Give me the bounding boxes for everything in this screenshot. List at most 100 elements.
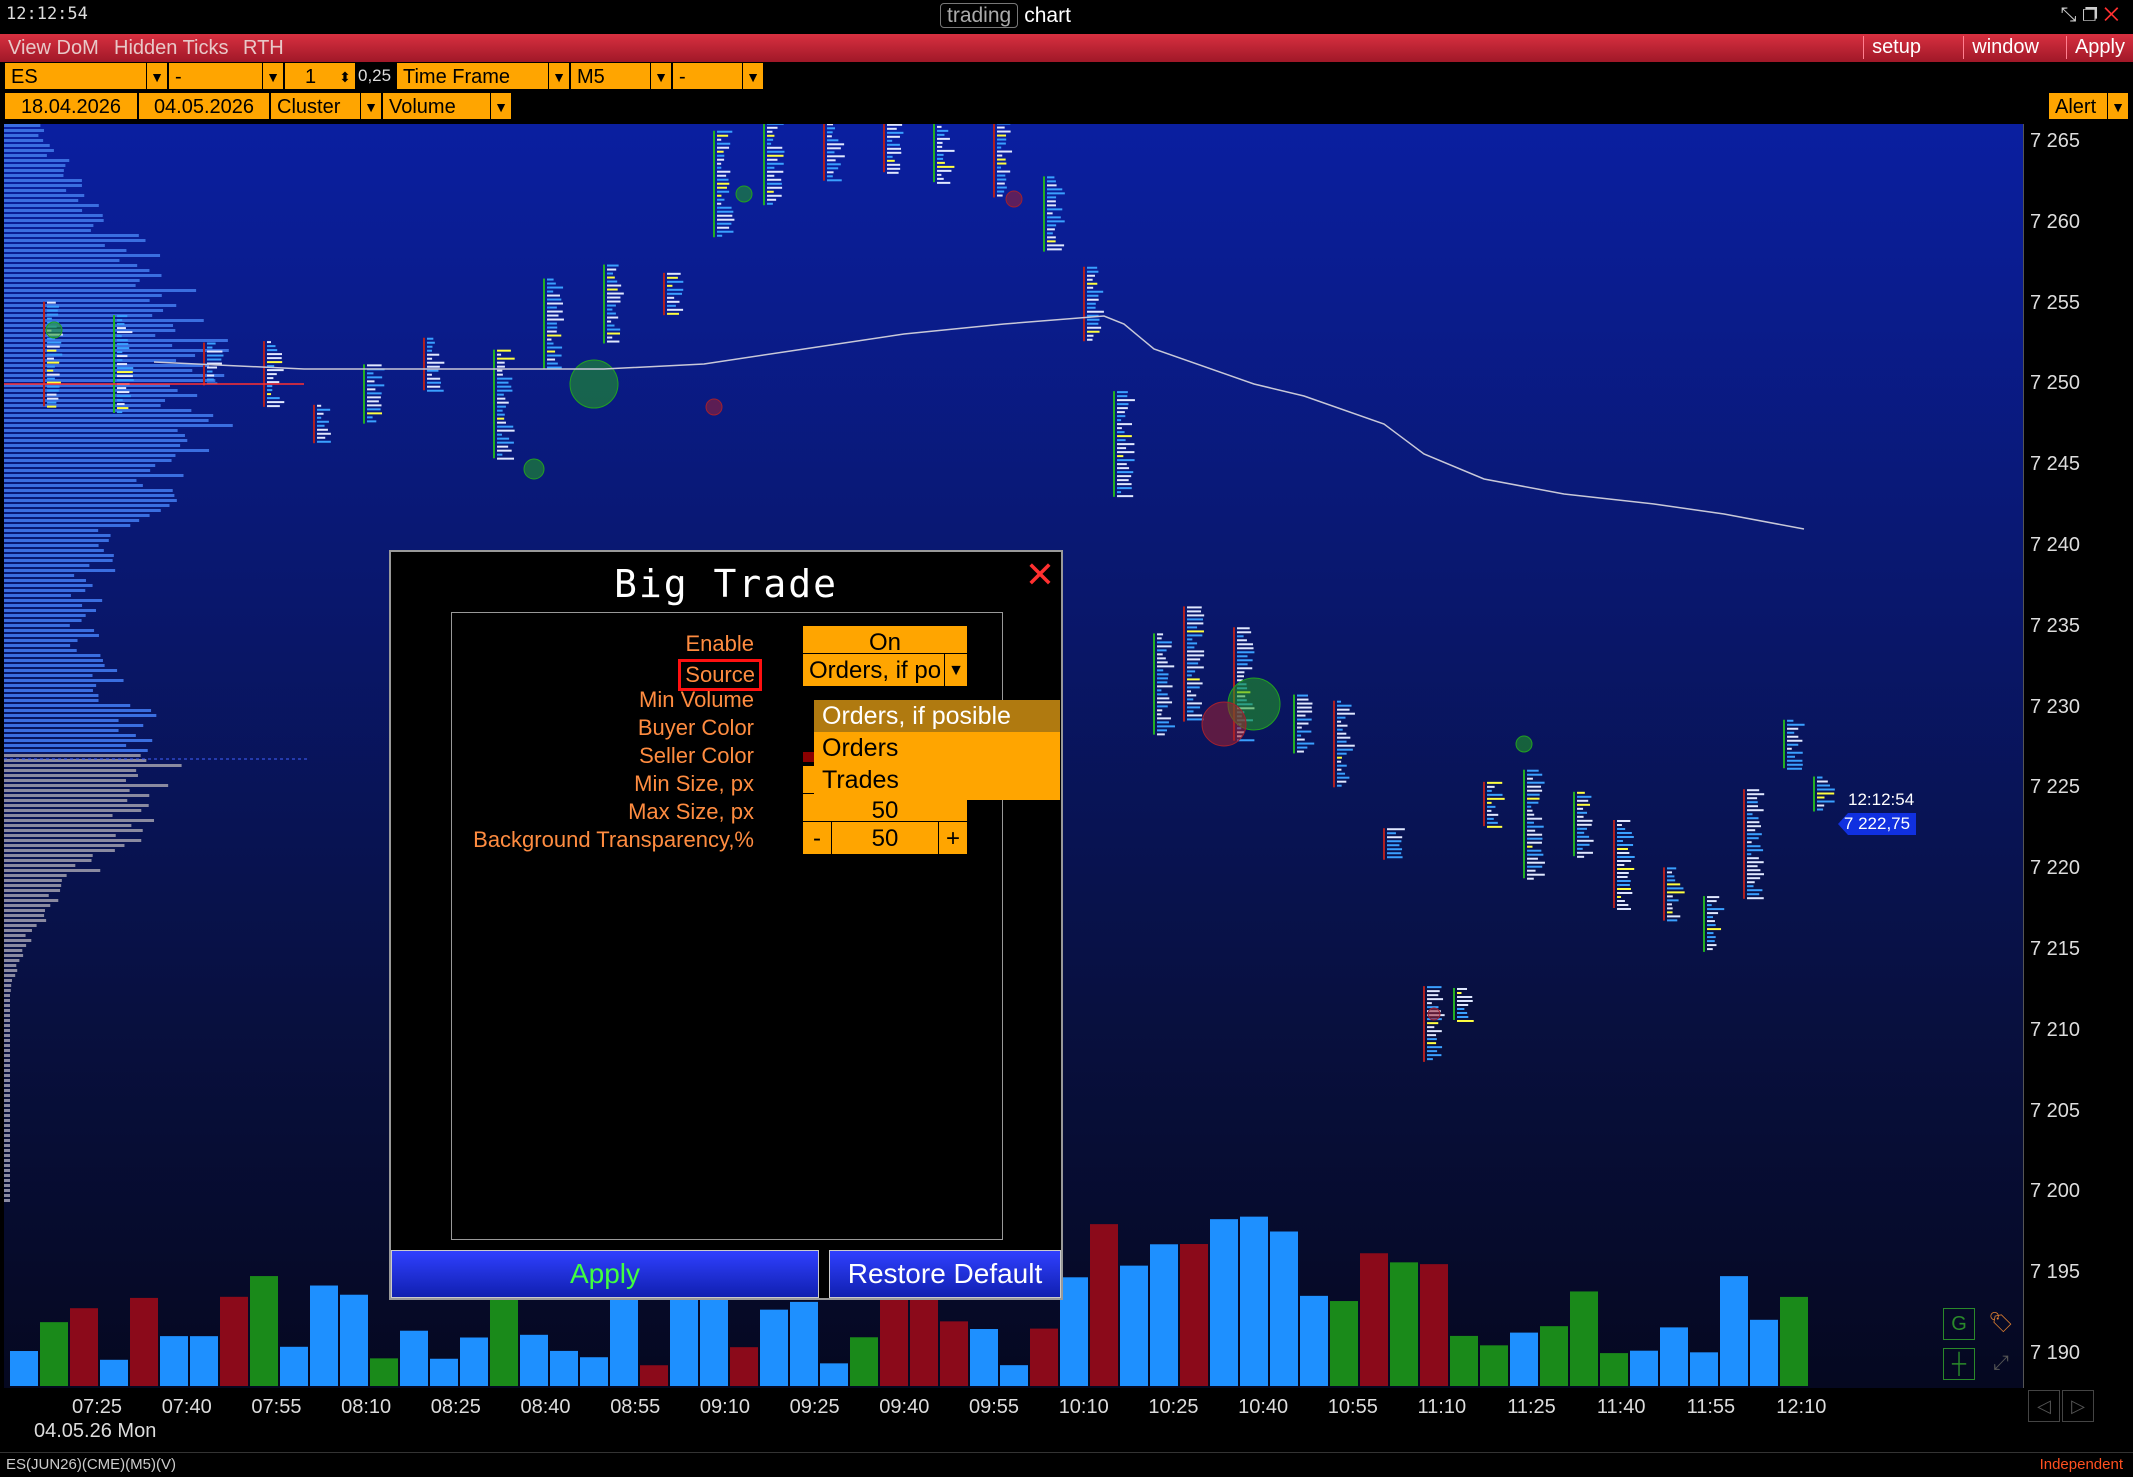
cluster-cell (1527, 781, 1545, 784)
setup-button[interactable]: setup (1863, 36, 1929, 59)
cluster-cell (1787, 767, 1802, 770)
option-orders-if-posible[interactable]: Orders, if posible (814, 700, 1060, 732)
tag-icon[interactable]: 🏷 (1986, 1308, 2016, 1338)
option-orders[interactable]: Orders (814, 732, 1060, 764)
profile-bar (4, 699, 99, 702)
cluster-cell (547, 350, 556, 353)
period-type-select[interactable]: Time Frame ▼ (396, 62, 570, 90)
cluster-cell (1617, 823, 1622, 826)
time-label: 11:10 (1417, 1396, 1467, 1418)
volume-bar (790, 1301, 818, 1386)
close-window-icon[interactable]: ✕ (2104, 4, 2125, 26)
window-controls: ⤡❐✕ (2061, 4, 2126, 27)
profile-bar (4, 189, 67, 192)
scroll-right-icon[interactable]: ▷ (2062, 1390, 2094, 1422)
crosshair-icon[interactable]: ┼ (1943, 1348, 1975, 1380)
profile-bar (4, 394, 198, 397)
date-to-field[interactable]: 04.05.2026 (138, 92, 270, 120)
cluster-cell (767, 150, 785, 153)
cluster-cell (887, 147, 902, 150)
volume-bar (1360, 1253, 1388, 1386)
cluster-cell (47, 353, 63, 356)
menu-bar: View DoM Hidden Ticks RTH setup window A… (0, 34, 2133, 62)
cluster-cell (1117, 411, 1125, 414)
profile-bar (4, 1004, 10, 1007)
cluster-cell (1667, 899, 1679, 902)
date-from-field[interactable]: 18.04.2026 (4, 92, 138, 120)
cluster-cell (937, 137, 950, 140)
source-select[interactable]: Orders, if po ▼ (802, 653, 968, 687)
profile-bar (4, 154, 47, 157)
cluster-cell (497, 397, 506, 400)
cluster-mode-value: Volume (389, 96, 456, 118)
profile-bar (4, 894, 49, 897)
cluster-cell (1667, 911, 1673, 914)
cluster-cell (497, 409, 503, 412)
cluster-cell (1617, 839, 1623, 842)
price-label: 7 265 (2030, 130, 2081, 152)
cluster-cell (367, 388, 376, 391)
cluster-cell (1487, 825, 1503, 828)
cluster-cell (427, 381, 441, 384)
alert-button[interactable]: Alert ▼ (2048, 92, 2129, 120)
scroll-left-icon[interactable]: ◁ (2028, 1390, 2060, 1422)
cluster-cell (367, 420, 377, 423)
expand-icon[interactable]: ⤢ (1986, 1348, 2016, 1378)
cluster-cell (1117, 479, 1129, 482)
profile-bar (4, 494, 175, 497)
cluster-cell (1487, 805, 1496, 808)
cluster-cell (1187, 642, 1198, 645)
cluster-cell (887, 171, 899, 174)
cluster-cell (1577, 815, 1584, 818)
chart-type-select[interactable]: Cluster ▼ (270, 92, 382, 120)
menu-hidden-ticks[interactable]: Hidden Ticks (114, 37, 229, 60)
cluster-cell (717, 210, 734, 213)
profile-bar (4, 1139, 10, 1142)
cluster-cell (717, 202, 722, 205)
option-trades[interactable]: Trades (814, 764, 1060, 796)
menu-view-dom[interactable]: View DoM (8, 37, 99, 60)
profile-bar (4, 414, 214, 417)
cluster-cell (1157, 681, 1168, 684)
cluster-cell (1187, 606, 1202, 609)
cluster-cell (1087, 270, 1099, 273)
cluster-cell (1457, 1019, 1474, 1022)
profile-bar (4, 1154, 10, 1157)
decrement-button[interactable]: - (803, 822, 832, 854)
cluster-cell (1337, 716, 1346, 719)
cluster-mode-select[interactable]: Volume ▼ (382, 92, 512, 120)
cluster-cell (887, 139, 893, 142)
menu-rth[interactable]: RTH (243, 37, 284, 60)
multiplier-stepper[interactable]: 1 ⬍ (284, 62, 356, 90)
profile-bar (4, 1189, 10, 1192)
cluster-cell (1527, 861, 1545, 864)
cluster-cell (717, 226, 730, 229)
minimize-icon[interactable]: ⤡ (2061, 4, 2083, 26)
cluster-cell (1157, 677, 1168, 680)
cluster-cell (1187, 718, 1204, 721)
period-select[interactable]: M5 ▼ (570, 62, 672, 90)
volume-profile (4, 124, 233, 1202)
cluster-cell (717, 134, 729, 137)
window-button[interactable]: window (1963, 36, 2047, 59)
increment-button[interactable]: + (938, 822, 967, 854)
cluster-cell (497, 393, 504, 396)
restore-default-button[interactable]: Restore Default (829, 1250, 1061, 1298)
cluster-cell (1117, 391, 1128, 394)
label-max-size: Max Size, px (628, 799, 754, 824)
restore-icon[interactable]: ❐ (2083, 4, 2104, 26)
cluster-cell (1427, 1058, 1433, 1061)
grid-toggle-icon[interactable]: G (1943, 1308, 1975, 1340)
transparency-value[interactable]: 50 (872, 825, 899, 852)
field7-select[interactable]: - ▼ (672, 62, 764, 90)
volume-bar (340, 1294, 368, 1386)
field2-select[interactable]: - ▼ (168, 62, 284, 90)
vwap-line (153, 315, 1805, 530)
cluster-cell (1747, 801, 1758, 804)
close-icon[interactable]: ✕ (1025, 554, 1055, 596)
apply-button[interactable]: Apply (391, 1250, 819, 1298)
symbol-select[interactable]: ES ▼ (4, 62, 168, 90)
cluster-cell (1527, 769, 1539, 772)
apply-top-button[interactable]: Apply (2065, 36, 2133, 59)
cluster-cell (547, 302, 563, 305)
